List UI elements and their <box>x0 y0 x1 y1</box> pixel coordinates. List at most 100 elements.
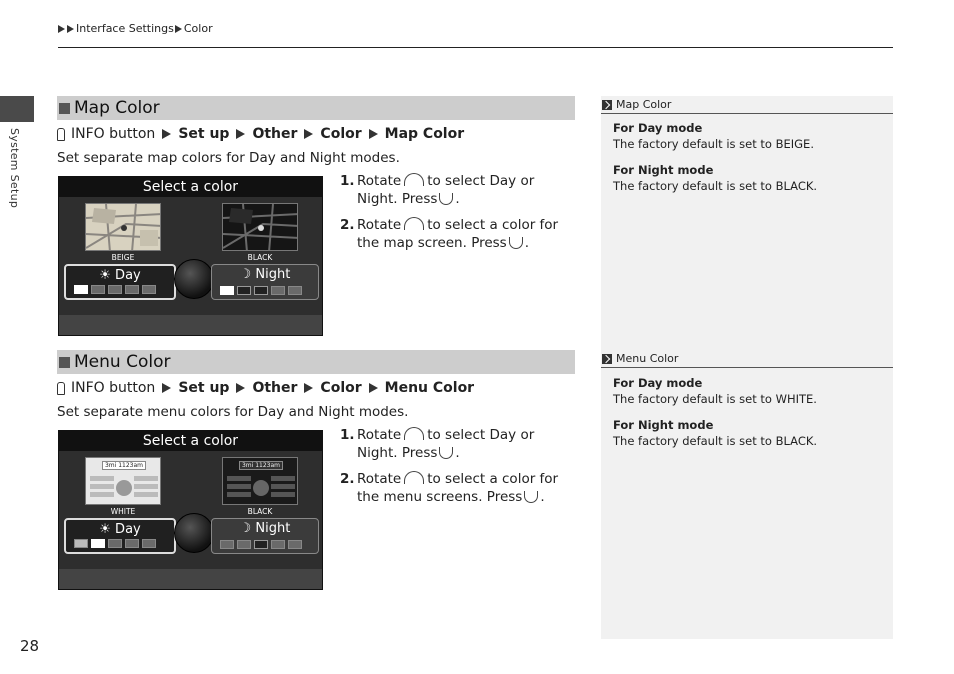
path-arrow-icon <box>304 129 314 139</box>
path-item: Other <box>252 126 298 142</box>
rotate-dial-icon <box>404 217 425 230</box>
color-swatch[interactable] <box>74 539 88 548</box>
note-night-mode: For Night mode The factory default is se… <box>613 418 818 448</box>
path-arrow-icon <box>368 383 378 393</box>
breadcrumb-item[interactable]: Color <box>184 22 213 35</box>
path-start: INFO button <box>71 380 156 396</box>
color-swatch[interactable] <box>108 285 122 294</box>
section-square-icon <box>59 356 70 368</box>
step-1: 1. Rotate to select Day or Night. Press. <box>340 427 535 461</box>
color-swatch[interactable] <box>142 539 156 548</box>
path-start: INFO button <box>71 126 156 142</box>
path-arrow-icon <box>304 383 314 393</box>
press-icon <box>524 491 539 503</box>
menu-path: INFO button Set up Other Color Map Color <box>57 126 464 142</box>
color-swatch[interactable] <box>288 286 302 295</box>
chapter-label: System Setup <box>8 128 21 209</box>
tab-day-label: ☀ Day <box>99 522 141 537</box>
press-icon <box>439 447 454 459</box>
header-rule <box>58 47 893 48</box>
color-swatch[interactable] <box>271 540 285 549</box>
menu-path: INFO button Set up Other Color Menu Colo… <box>57 380 474 396</box>
section-header-menu-color: Menu Color <box>57 350 575 374</box>
tab-night-label: ☽ Night <box>239 521 291 536</box>
page-number: 28 <box>20 637 40 655</box>
color-swatch[interactable] <box>125 285 139 294</box>
chapter-tab <box>0 96 34 122</box>
color-swatch[interactable] <box>74 285 88 294</box>
thumbnail-caption: BLACK <box>247 507 273 516</box>
thumbnail-caption: BEIGE <box>111 253 135 262</box>
path-arrow-icon <box>236 129 246 139</box>
menu-thumbnail-white[interactable]: 3mi 1123am <box>85 457 161 505</box>
note-night-mode: For Night mode The factory default is se… <box>613 163 818 193</box>
path-arrow-icon <box>162 129 172 139</box>
screen-title: Select a color <box>59 431 322 451</box>
path-arrow-icon <box>368 129 378 139</box>
map-thumbnail-beige[interactable] <box>85 203 161 251</box>
section-intro: Set separate map colors for Day and Nigh… <box>57 150 400 166</box>
path-arrow-icon <box>162 383 172 393</box>
step-2: 2. Rotate to select a color for the menu … <box>340 471 559 505</box>
color-swatch[interactable] <box>237 540 251 549</box>
note-header-menu-color: Menu Color <box>601 350 893 368</box>
screen-title: Select a color <box>59 177 322 197</box>
note-day-mode: For Day mode The factory default is set … <box>613 376 817 406</box>
note-heading: Map Color <box>616 98 672 111</box>
color-swatch[interactable] <box>288 540 302 549</box>
section-title: Menu Color <box>74 352 171 372</box>
path-arrow-icon <box>236 383 246 393</box>
color-swatch[interactable] <box>91 285 105 294</box>
section-header-map-color: Map Color <box>57 96 575 120</box>
interface-dial-knob <box>174 259 214 299</box>
rotate-dial-icon <box>404 427 425 440</box>
screen-footer-bar <box>59 569 322 589</box>
steps-menu-color: 1. Rotate to select Day or Night. Press. … <box>340 426 576 514</box>
note-heading: Menu Color <box>616 352 679 365</box>
color-swatch[interactable] <box>125 539 139 548</box>
menu-preview-icon <box>90 476 158 497</box>
color-swatch[interactable] <box>108 539 122 548</box>
color-swatches <box>220 540 302 549</box>
tab-night-label: ☽ Night <box>239 267 291 282</box>
rotate-dial-icon <box>404 471 425 484</box>
color-swatch[interactable] <box>237 286 251 295</box>
tab-day-label: ☀ Day <box>99 268 141 283</box>
path-item: Menu Color <box>384 380 475 396</box>
interface-dial-knob <box>174 513 214 553</box>
section-square-icon <box>59 102 70 114</box>
menu-thumbnail-black[interactable]: 3mi 1123am <box>222 457 298 505</box>
tab-day[interactable]: ☀ Day <box>64 518 176 554</box>
color-swatch[interactable] <box>91 539 105 548</box>
section-title: Map Color <box>74 98 160 118</box>
path-item: Color <box>320 126 362 142</box>
color-swatch[interactable] <box>271 286 285 295</box>
path-item: Other <box>252 380 298 396</box>
section-intro: Set separate menu colors for Day and Nig… <box>57 404 409 420</box>
path-item: Set up <box>178 380 230 396</box>
color-swatches <box>74 539 156 548</box>
breadcrumb: Interface Settings Color <box>58 22 213 35</box>
color-swatch[interactable] <box>254 286 268 295</box>
tab-day[interactable]: ☀ Day <box>64 264 176 300</box>
tab-night[interactable]: ☽ Night <box>211 264 319 300</box>
breadcrumb-item[interactable]: Interface Settings <box>76 22 174 35</box>
color-swatch[interactable] <box>220 286 234 295</box>
breadcrumb-arrow-icon <box>67 24 74 33</box>
color-swatch[interactable] <box>220 540 234 549</box>
note-double-arrow-icon <box>602 353 612 364</box>
color-swatches <box>74 285 156 294</box>
info-button-icon <box>57 127 65 141</box>
path-item: Set up <box>178 126 230 142</box>
color-swatch[interactable] <box>254 540 268 549</box>
color-swatches <box>220 286 302 295</box>
color-swatch[interactable] <box>142 285 156 294</box>
steps-map-color: 1. Rotate to select Day or Night. Press. … <box>340 172 576 260</box>
tab-night[interactable]: ☽ Night <box>211 518 319 554</box>
info-button-icon <box>57 381 65 395</box>
note-double-arrow-icon <box>602 99 612 110</box>
press-icon <box>439 193 454 205</box>
note-header-map-color: Map Color <box>601 96 893 114</box>
step-2: 2. Rotate to select a color for the map s… <box>340 217 559 251</box>
map-thumbnail-black[interactable] <box>222 203 298 251</box>
